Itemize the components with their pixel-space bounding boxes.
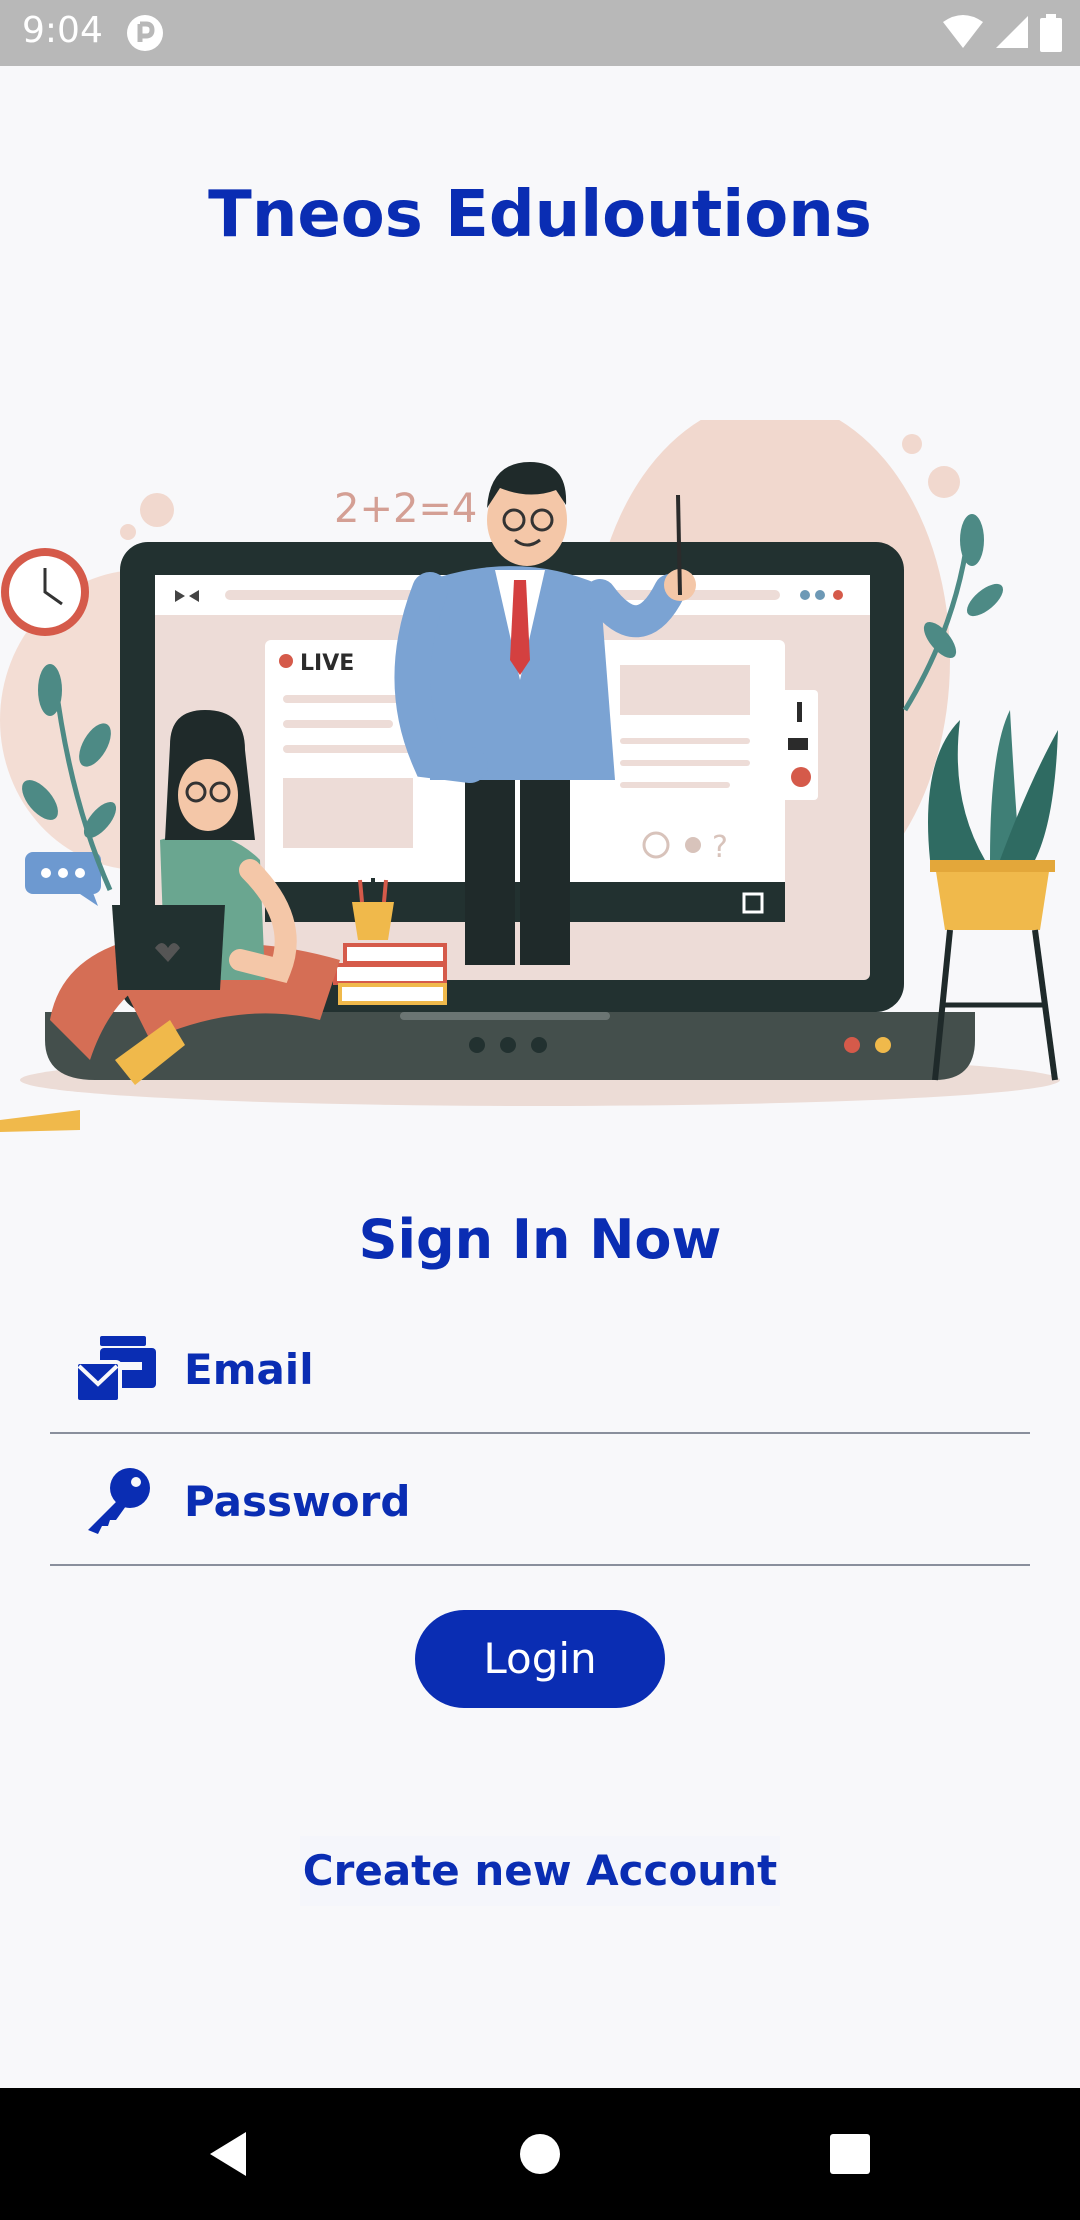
home-icon[interactable]: [510, 2124, 570, 2184]
chat-bubble-icon: [25, 852, 101, 906]
password-input[interactable]: [182, 1462, 1006, 1540]
status-time: 9:04: [22, 10, 103, 51]
email-icon: [74, 1332, 156, 1404]
create-account-link[interactable]: Create new Account: [300, 1836, 780, 1906]
key-icon: [76, 1464, 156, 1536]
signal-icon: [995, 16, 1028, 48]
app-title: Tneos Eduloutions: [208, 178, 872, 252]
board-equation: 2+2=4: [334, 486, 477, 532]
login-button[interactable]: Login: [415, 1610, 665, 1708]
clock-icon: [1, 548, 89, 636]
status-bar: 9:04: [0, 0, 1080, 66]
svg-text:?: ?: [712, 830, 728, 865]
hero-illustration: 2+2=4 LIVE ?: [0, 400, 1080, 1140]
password-field[interactable]: [50, 1438, 1030, 1566]
battery-icon: [1040, 14, 1062, 52]
recents-icon[interactable]: [820, 2124, 880, 2184]
wifi-icon: [943, 15, 984, 48]
email-field[interactable]: [50, 1306, 1030, 1434]
signin-title: Sign In Now: [358, 1208, 722, 1271]
app-notification-icon: [126, 14, 164, 57]
live-badge: LIVE: [300, 651, 354, 676]
back-icon[interactable]: [200, 2124, 260, 2184]
navigation-bar: [0, 2088, 1080, 2220]
email-input[interactable]: [182, 1330, 1006, 1408]
